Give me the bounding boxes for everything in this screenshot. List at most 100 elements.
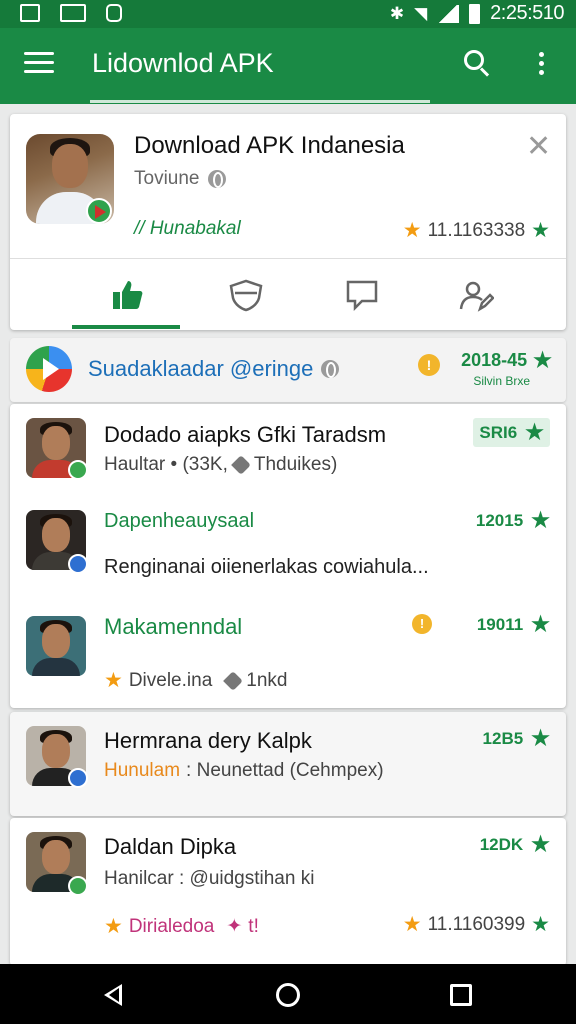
- item-title: Dapenheauysaal: [104, 510, 255, 532]
- item-title: Hermrana dery Kalpk: [104, 728, 312, 753]
- item-meta-author: Dirialedoa: [128, 915, 215, 937]
- star-icon: ★: [531, 913, 550, 936]
- battery-icon: [469, 3, 481, 24]
- globe-icon: [321, 360, 340, 378]
- star-icon: ★: [531, 727, 550, 750]
- item-score: 12B5 ★: [483, 726, 550, 751]
- gallery-notification-icon: [20, 4, 40, 22]
- signal-icon: [437, 4, 460, 23]
- system-icons: ✱ ◥ 2:25:510: [389, 2, 565, 25]
- item-score-value: 12DK: [479, 834, 524, 854]
- message-notification-icon: [60, 4, 86, 22]
- item-score-value: 19011: [476, 614, 524, 634]
- star-icon: ★: [531, 613, 550, 636]
- warning-icon: !: [418, 354, 440, 376]
- item-subtitle: Haultar • (33K, Thduikes): [104, 454, 337, 476]
- app-name: Download APK Indanesia: [134, 132, 405, 159]
- recent-apps-icon[interactable]: [450, 984, 472, 1006]
- item-score-value: 12B5: [482, 728, 524, 748]
- star-icon: ★: [104, 915, 123, 938]
- item-title: Daldan Dipka: [104, 834, 237, 859]
- app-rating: ★ 11.1163338 ★: [403, 218, 550, 243]
- app-detail-card: Download APK Indanesia Toviune ✕ // Huna…: [10, 114, 566, 330]
- item-subtitle-rest: : Neunettad (Cehmpex): [186, 760, 384, 781]
- globe-icon: [207, 170, 226, 188]
- app-bar: Lidownlod APK: [0, 28, 576, 104]
- verified-badge-icon: [68, 554, 88, 574]
- item-title: Makamenndal: [104, 614, 243, 639]
- item-score: 19011 ★: [477, 612, 550, 637]
- tag-icon: [230, 455, 251, 475]
- item-meta: ★ Divele.ina 1nkd: [104, 668, 287, 693]
- app-rating-value: 11.1163338: [427, 219, 526, 241]
- banner-title: Suadaklaadar @eringe: [88, 356, 340, 382]
- item-subtitle-highlight: Hunulam: [104, 760, 181, 781]
- thumbs-up-icon: [113, 280, 143, 309]
- tab-shield[interactable]: [190, 259, 302, 330]
- item-meta-tag: 1nkd: [246, 669, 288, 691]
- item-score: 12DK ★: [480, 832, 550, 857]
- item-subtitle: Hunulam : Neunettad (Cehmpex): [104, 760, 384, 782]
- star-icon: ★: [531, 219, 550, 242]
- star-icon: ★: [402, 913, 422, 936]
- app-developer: Toviune: [134, 168, 226, 190]
- status-bar: ✱ ◥ 2:25:510: [0, 0, 576, 28]
- app-developer-label: Toviune: [134, 168, 200, 189]
- active-tab-indicator: [72, 325, 180, 329]
- hamburger-menu-icon[interactable]: [24, 52, 54, 78]
- item-score: SRI6 ★: [473, 418, 550, 447]
- home-icon[interactable]: [276, 983, 300, 1007]
- wifi-icon: ◥: [414, 3, 428, 23]
- item-score-value: 12015: [475, 510, 524, 530]
- star-icon: ★: [531, 509, 550, 532]
- star-icon: ★: [104, 669, 123, 692]
- verified-badge-icon: [68, 876, 88, 896]
- list-item[interactable]: Daldan Dipka Hanilcar : @uidgstihan ki 1…: [10, 818, 566, 966]
- star-icon: ★: [531, 833, 550, 856]
- tab-chat[interactable]: [306, 259, 418, 330]
- tab-edit-profile[interactable]: [420, 259, 532, 330]
- app-link[interactable]: // Hunabakal: [134, 218, 241, 240]
- banner-subtext: Silvin Brxe: [473, 374, 530, 388]
- app-notification-icon: [106, 4, 122, 22]
- banner-rating: 2018-45 ★: [461, 348, 552, 373]
- item-score: 12015 ★: [476, 508, 550, 533]
- tag-icon: [223, 670, 244, 691]
- system-navigation-bar: [0, 964, 576, 1024]
- sparkle-icon: ✦: [226, 916, 243, 937]
- list-item[interactable]: Hermrana dery Kalpk Hunulam : Neunettad …: [10, 712, 566, 816]
- bluetooth-icon: ✱: [389, 3, 405, 23]
- avatar: [26, 616, 86, 676]
- star-icon: ★: [525, 421, 544, 444]
- item-rating-value: 11.1160399: [427, 913, 526, 935]
- warning-icon: !: [412, 614, 432, 634]
- item-subtitle: Hanilcar : @uidgstihan ki: [104, 868, 315, 889]
- item-score-value: SRI6: [479, 422, 518, 442]
- banner-rating-value: 2018-45: [461, 350, 528, 370]
- play-store-icon: [26, 346, 72, 392]
- tab-like[interactable]: [72, 259, 184, 330]
- star-icon: ★: [533, 349, 552, 372]
- edit-profile-icon: [459, 281, 494, 312]
- item-title: Dodado aiapks Gfki Taradsm: [104, 422, 387, 447]
- item-subtitle-tail: Thduikes): [253, 454, 338, 475]
- action-tabs: [10, 259, 566, 330]
- item-rating: ★ 11.1160399 ★: [403, 912, 550, 937]
- verified-badge-icon: [68, 460, 88, 480]
- banner-title-text: Suadaklaadar @eringe: [88, 356, 314, 381]
- play-badge-icon: [86, 198, 112, 224]
- search-icon[interactable]: [464, 50, 492, 78]
- clock: 2:25:510: [490, 2, 564, 24]
- close-icon[interactable]: ✕: [526, 132, 551, 162]
- shield-icon: [229, 279, 263, 311]
- review-list-card: Dodado aiapks Gfki Taradsm Haultar • (33…: [10, 404, 566, 708]
- notification-icons: [20, 4, 122, 22]
- store-banner[interactable]: Suadaklaadar @eringe ! 2018-45 ★ Silvin …: [10, 338, 566, 402]
- more-options-icon[interactable]: [536, 52, 546, 80]
- app-bar-underline: [90, 100, 430, 103]
- item-subtitle-text: Haultar • (33K,: [104, 454, 228, 475]
- item-meta: ★ Dirialedoa ✦ t!: [104, 914, 259, 939]
- verified-badge-icon: [68, 768, 88, 788]
- item-body: Renginanai oiienerlakas cowiahula...: [104, 556, 429, 578]
- app-title: Lidownlod APK: [92, 48, 274, 78]
